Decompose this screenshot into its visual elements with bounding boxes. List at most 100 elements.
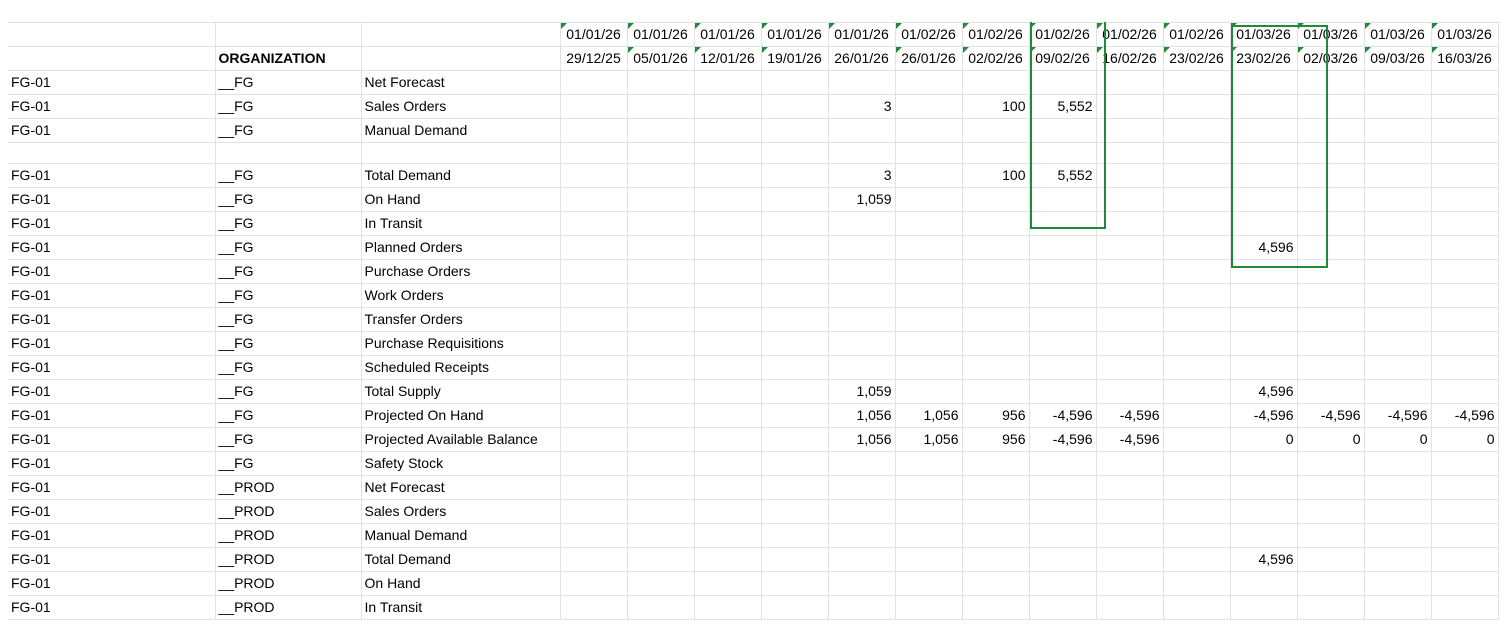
item-cell[interactable]: FG-01 (8, 235, 216, 260)
spreadsheet-grid[interactable]: 01/01/26 01/01/26 01/01/26 01/01/26 01/01/26… (8, 22, 1506, 622)
value-cell[interactable] (1029, 331, 1097, 356)
value-cell[interactable]: 100 (962, 163, 1030, 188)
value-cell[interactable] (1364, 331, 1432, 356)
value-cell[interactable] (1096, 307, 1164, 332)
value-cell[interactable] (694, 118, 762, 143)
empty-cell[interactable] (828, 142, 896, 164)
value-cell[interactable] (1364, 118, 1432, 143)
value-cell[interactable] (1364, 475, 1432, 500)
value-cell[interactable] (1029, 595, 1097, 620)
value-cell[interactable] (1163, 331, 1231, 356)
value-cell[interactable]: -4,596 (1364, 403, 1432, 428)
value-cell[interactable] (828, 70, 896, 95)
value-cell[interactable]: 4,596 (1230, 235, 1298, 260)
value-cell[interactable] (1364, 235, 1432, 260)
value-cell[interactable] (895, 475, 963, 500)
value-cell[interactable] (627, 451, 695, 476)
value-cell[interactable] (1029, 571, 1097, 596)
value-cell[interactable] (962, 379, 1030, 404)
value-cell[interactable] (694, 211, 762, 236)
value-cell[interactable]: 1,056 (828, 403, 896, 428)
value-cell[interactable] (1297, 283, 1365, 308)
value-cell[interactable] (962, 235, 1030, 260)
value-cell[interactable] (895, 283, 963, 308)
value-cell[interactable] (761, 499, 829, 524)
value-cell[interactable] (761, 523, 829, 548)
value-cell[interactable] (828, 571, 896, 596)
period-date-cell[interactable]: 12/01/26 (694, 46, 762, 71)
value-cell[interactable] (895, 379, 963, 404)
value-cell[interactable] (627, 163, 695, 188)
empty-cell[interactable] (1163, 142, 1231, 164)
period-date-cell[interactable]: 23/02/26 (1163, 46, 1231, 71)
org-cell[interactable]: __FG (215, 403, 362, 428)
value-cell[interactable] (1029, 523, 1097, 548)
value-cell[interactable] (761, 451, 829, 476)
value-cell[interactable] (694, 187, 762, 212)
value-cell[interactable] (1096, 283, 1164, 308)
value-cell[interactable] (1029, 475, 1097, 500)
empty-cell[interactable] (761, 142, 829, 164)
value-cell[interactable] (962, 355, 1030, 380)
value-cell[interactable]: 5,552 (1029, 94, 1097, 119)
period-date-cell[interactable]: 23/02/26 (1230, 46, 1298, 71)
value-cell[interactable] (694, 379, 762, 404)
value-cell[interactable] (962, 595, 1030, 620)
org-cell[interactable]: __FG (215, 70, 362, 95)
value-cell[interactable] (761, 235, 829, 260)
value-cell[interactable] (560, 595, 628, 620)
value-cell[interactable]: 3 (828, 163, 896, 188)
value-cell[interactable] (1364, 163, 1432, 188)
value-cell[interactable]: 100 (962, 94, 1030, 119)
item-cell[interactable]: FG-01 (8, 427, 216, 452)
org-cell[interactable]: __FG (215, 118, 362, 143)
value-cell[interactable] (1163, 355, 1231, 380)
value-cell[interactable] (627, 475, 695, 500)
value-cell[interactable] (895, 187, 963, 212)
value-cell[interactable] (1431, 571, 1499, 596)
org-cell[interactable]: __FG (215, 235, 362, 260)
item-cell[interactable]: FG-01 (8, 211, 216, 236)
period-start-cell[interactable]: 01/01/26 (694, 22, 762, 47)
organization-header[interactable]: ORGANIZATION (215, 46, 362, 71)
value-cell[interactable] (828, 475, 896, 500)
value-cell[interactable] (1029, 379, 1097, 404)
value-cell[interactable] (1096, 259, 1164, 284)
value-cell[interactable] (560, 187, 628, 212)
org-cell[interactable]: __FG (215, 451, 362, 476)
period-start-cell[interactable]: 01/01/26 (560, 22, 628, 47)
value-cell[interactable] (1029, 70, 1097, 95)
empty-cell[interactable] (1096, 142, 1164, 164)
value-cell[interactable] (1431, 283, 1499, 308)
value-cell[interactable] (1163, 187, 1231, 212)
empty-cell[interactable] (560, 142, 628, 164)
value-cell[interactable] (694, 403, 762, 428)
value-cell[interactable] (1230, 523, 1298, 548)
value-cell[interactable] (1230, 451, 1298, 476)
value-cell[interactable] (1163, 259, 1231, 284)
value-cell[interactable] (1096, 355, 1164, 380)
value-cell[interactable] (1297, 475, 1365, 500)
value-cell[interactable] (1029, 307, 1097, 332)
value-cell[interactable]: 1,056 (895, 403, 963, 428)
value-cell[interactable] (694, 331, 762, 356)
value-cell[interactable] (560, 70, 628, 95)
value-cell[interactable] (828, 499, 896, 524)
value-cell[interactable] (1096, 163, 1164, 188)
item-cell[interactable]: FG-01 (8, 283, 216, 308)
value-cell[interactable] (895, 451, 963, 476)
value-cell[interactable] (1431, 307, 1499, 332)
value-cell[interactable] (828, 283, 896, 308)
value-cell[interactable] (828, 331, 896, 356)
value-cell[interactable] (1230, 187, 1298, 212)
value-cell[interactable] (1230, 163, 1298, 188)
value-cell[interactable] (1096, 451, 1164, 476)
value-cell[interactable] (1431, 94, 1499, 119)
value-cell[interactable] (560, 235, 628, 260)
value-cell[interactable] (560, 499, 628, 524)
period-date-cell[interactable]: 16/03/26 (1431, 46, 1499, 71)
value-cell[interactable] (1230, 499, 1298, 524)
value-cell[interactable] (828, 451, 896, 476)
value-cell[interactable] (1230, 118, 1298, 143)
value-cell[interactable] (895, 70, 963, 95)
